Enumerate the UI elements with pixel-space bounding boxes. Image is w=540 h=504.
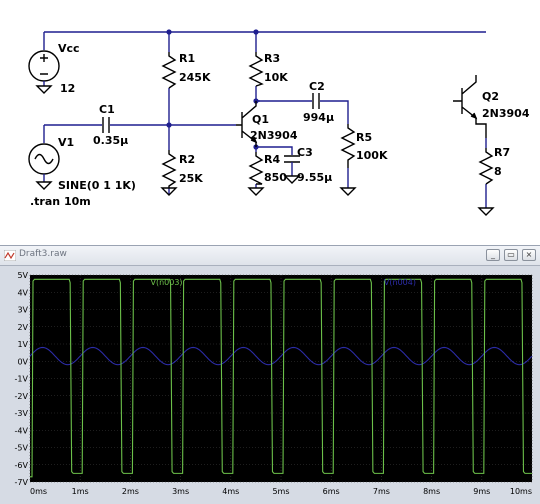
c3-value: 9.55µ: [297, 171, 332, 184]
r1-name: R1: [179, 52, 195, 65]
schematic-canvas[interactable]: Vcc 12 V1 SINE(0 1 1K) .tran 10m C1 0.35…: [0, 0, 540, 243]
window-title: Draft3.raw: [19, 249, 67, 259]
y-tick-label: -3V: [15, 409, 29, 418]
c2-value: 994µ: [303, 111, 334, 124]
r5-name: R5: [356, 131, 372, 144]
r3-resistor[interactable]: [248, 52, 264, 87]
y-tick-label: 1V: [17, 340, 28, 349]
waveform-app-icon: [4, 250, 16, 261]
junction-dots: [166, 29, 259, 150]
y-tick-label: 2V: [17, 323, 28, 332]
y-tick-label: -2V: [15, 392, 29, 401]
c2-capacitor[interactable]: [312, 93, 320, 109]
y-tick-label: 5V: [17, 271, 28, 280]
close-button[interactable]: ×: [522, 249, 536, 261]
y-tick-label: 0V: [17, 357, 28, 366]
minimize-button[interactable]: _: [486, 249, 500, 261]
waveform-titlebar[interactable]: Draft3.raw _ ▭ ×: [0, 246, 540, 266]
x-tick-label: 8ms: [423, 487, 440, 496]
q2-model: 2N3904: [482, 107, 530, 120]
legend-v-n003[interactable]: V(n003): [150, 278, 182, 287]
r4-value: 850: [264, 171, 287, 184]
tran-directive[interactable]: .tran 10m: [30, 195, 91, 208]
y-tick-label: -1V: [15, 375, 29, 384]
restore-button[interactable]: ▭: [504, 249, 518, 261]
vcc-source[interactable]: [28, 50, 60, 94]
x-tick-label: 10ms: [510, 487, 532, 496]
legend-v-n004[interactable]: V(n004): [384, 278, 416, 287]
x-tick-label: 5ms: [272, 487, 289, 496]
x-tick-label: 2ms: [122, 487, 139, 496]
x-tick-label: 7ms: [373, 487, 390, 496]
r3-value: 10K: [264, 71, 288, 84]
vcc-name: Vcc: [58, 42, 80, 55]
y-tick-label: -6V: [15, 461, 29, 470]
v1-value: SINE(0 1 1K): [58, 179, 136, 192]
r7-value: 8: [494, 165, 502, 178]
r7-name: R7: [494, 146, 510, 159]
r2-value: 25K: [179, 172, 203, 185]
q1-name: Q1: [252, 113, 269, 126]
r4-resistor[interactable]: [247, 152, 265, 196]
r2-resistor[interactable]: [160, 150, 178, 196]
c2-name: C2: [309, 80, 325, 93]
r1-value: 245K: [179, 71, 211, 84]
y-tick-label: 4V: [17, 288, 28, 297]
q1-model: 2N3904: [250, 129, 298, 142]
r1-resistor[interactable]: [161, 52, 177, 89]
y-tick-label: -7V: [15, 478, 29, 487]
x-tick-label: 6ms: [323, 487, 340, 496]
v1-name: V1: [58, 136, 74, 149]
c3-name: C3: [297, 146, 313, 159]
v1-source[interactable]: [28, 143, 60, 190]
waveform-window[interactable]: Draft3.raw _ ▭ × 5V 4V 3V 2V 1V 0V -1V -2V -3V -4…: [0, 245, 540, 504]
waveform-plot[interactable]: 5V 4V 3V 2V 1V 0V -1V -2V -3V -4V -5V -6V -7V0ms 1ms 2…: [0, 265, 540, 504]
vcc-value: 12: [60, 82, 75, 95]
r3-name: R3: [264, 52, 280, 65]
y-tick-label: -5V: [15, 444, 29, 453]
r5-value: 100K: [356, 149, 388, 162]
r2-name: R2: [179, 153, 195, 166]
x-tick-label: 3ms: [172, 487, 189, 496]
q2-name: Q2: [482, 90, 499, 103]
y-tick-label: 3V: [17, 306, 28, 315]
c1-value: 0.35µ: [93, 134, 128, 147]
x-tick-label: 9ms: [473, 487, 490, 496]
y-tick-label: -4V: [15, 426, 29, 435]
r4-name: R4: [264, 153, 280, 166]
x-tick-label: 4ms: [222, 487, 239, 496]
c1-name: C1: [99, 103, 115, 116]
x-tick-label: 1ms: [72, 487, 89, 496]
c1-capacitor[interactable]: [102, 117, 110, 133]
x-tick-label: 0ms: [30, 487, 47, 496]
